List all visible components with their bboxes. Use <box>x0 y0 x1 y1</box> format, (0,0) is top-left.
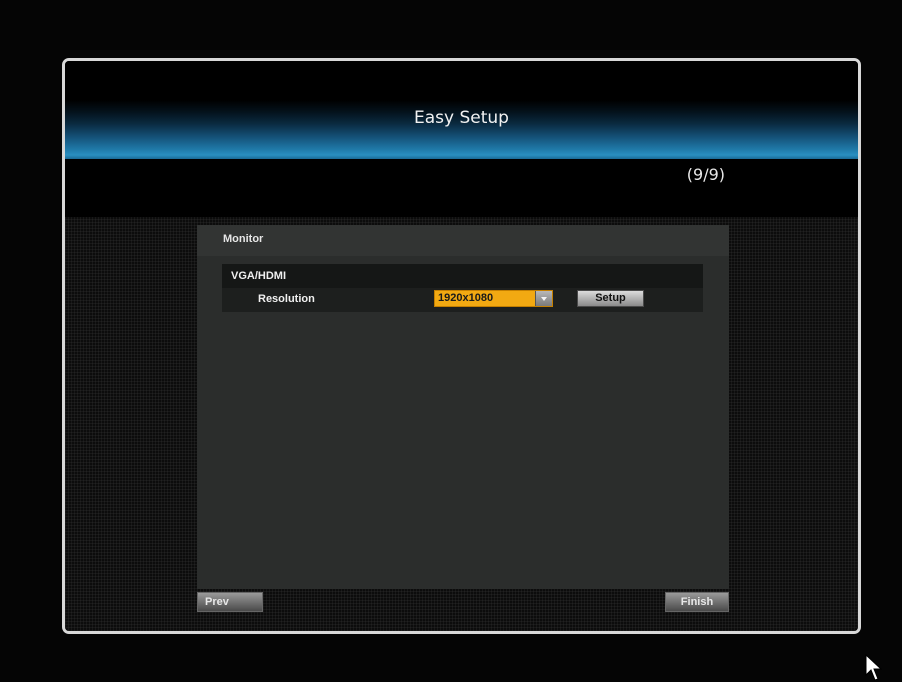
setup-button[interactable]: Setup <box>577 290 644 307</box>
chevron-down-icon[interactable] <box>535 291 552 306</box>
section-title: VGA/HDMI <box>231 270 286 282</box>
resolution-label: Resolution <box>258 293 315 305</box>
prev-button[interactable]: Prev <box>197 592 263 612</box>
finish-button[interactable]: Finish <box>665 592 729 612</box>
screen: Easy Setup (9/9) Monitor VGA/HDMI Resolu… <box>0 0 902 682</box>
footer: Prev Finish <box>197 592 729 613</box>
panel-title: Monitor <box>223 233 264 245</box>
dialog-title: Easy Setup <box>414 108 509 128</box>
easy-setup-dialog: Easy Setup (9/9) Monitor VGA/HDMI Resolu… <box>62 58 861 634</box>
resolution-select[interactable]: 1920x1080 <box>434 290 553 307</box>
step-counter: (9/9) <box>686 165 725 184</box>
step-area: (9/9) <box>65 159 858 217</box>
resolution-row: Resolution 1920x1080 Setup <box>222 288 703 312</box>
resolution-select-value: 1920x1080 <box>438 292 494 304</box>
title-bar: Easy Setup <box>65 61 858 159</box>
panel-header: Monitor <box>197 225 729 256</box>
mouse-pointer-icon <box>865 654 883 681</box>
monitor-panel: Monitor VGA/HDMI Resolution 1920x1080 Se… <box>197 225 729 589</box>
body-area: Monitor VGA/HDMI Resolution 1920x1080 Se… <box>65 217 858 631</box>
section-header: VGA/HDMI <box>222 264 703 288</box>
vga-hdmi-section: VGA/HDMI Resolution 1920x1080 Setup <box>222 264 703 312</box>
